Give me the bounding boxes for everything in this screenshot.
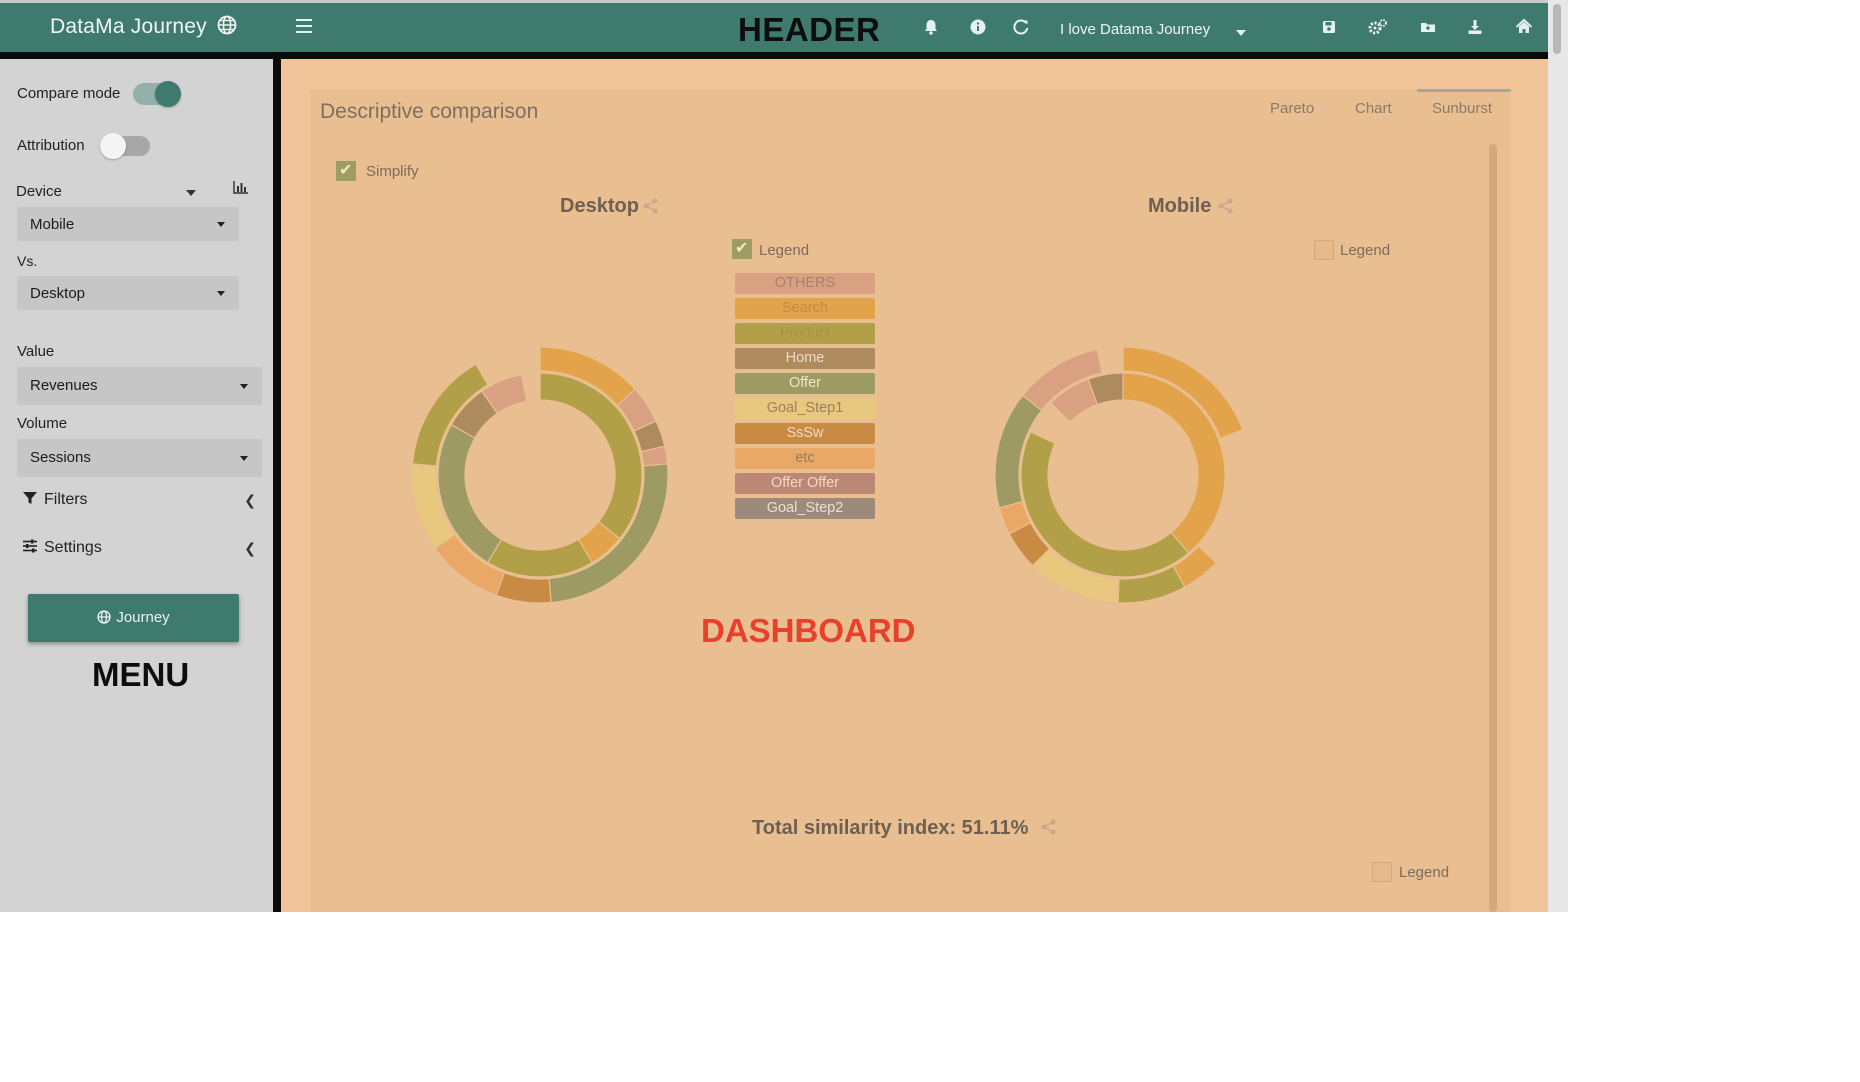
settings-section[interactable]: Settings ❮	[22, 538, 262, 562]
chevron-left-icon: ❮	[244, 492, 256, 508]
device-dropdown-caret-icon[interactable]	[186, 190, 196, 196]
settings-icon[interactable]	[1367, 17, 1387, 37]
mobile-legend-label: Legend	[1340, 242, 1391, 259]
sunburst-segment[interactable]	[1096, 346, 1124, 374]
device-select-value: Mobile	[30, 216, 75, 233]
attribution-toggle[interactable]	[100, 133, 150, 159]
mobile-sunburst-chart[interactable]	[935, 330, 1265, 660]
legend-item-goal-step2: Goal_Step2	[735, 498, 875, 519]
vs-label: Vs.	[17, 253, 38, 269]
desktop-legend-checkbox[interactable]	[732, 238, 752, 259]
similarity-index: Total similarity index: 51.11%	[752, 817, 1058, 840]
share-icon[interactable]	[1040, 818, 1058, 836]
page-scrollbar[interactable]	[1548, 0, 1568, 912]
hamburger-menu-icon[interactable]	[296, 19, 312, 33]
filters-section[interactable]: Filters ❮	[22, 490, 262, 514]
panel-scrollbar[interactable]	[1489, 144, 1497, 912]
panel-title: Descriptive comparison	[320, 100, 539, 123]
bar-chart-icon[interactable]	[233, 180, 249, 194]
volume-select-value: Sessions	[30, 449, 91, 466]
sidebar-divider	[273, 59, 281, 912]
vs-select-value: Desktop	[30, 285, 86, 302]
simplify-checkbox[interactable]	[336, 160, 356, 181]
tab-sunburst[interactable]: Sunburst	[1432, 100, 1492, 117]
app-title-text: DataMa Journey	[50, 15, 207, 38]
filter-icon	[22, 490, 38, 506]
legend-item-offer: Offer	[735, 373, 875, 394]
legend-item-goal-step1: Goal_Step1	[735, 398, 875, 419]
mobile-legend-checkbox[interactable]	[1314, 240, 1334, 260]
device-label: Device	[16, 183, 62, 200]
tab-pareto[interactable]: Pareto	[1270, 100, 1314, 117]
chevron-down-icon	[240, 456, 248, 461]
legend-item-etc: etc	[735, 448, 875, 469]
filters-label: Filters	[44, 491, 88, 508]
chevron-down-icon[interactable]	[1236, 30, 1246, 36]
journey-button-label: Journey	[116, 609, 170, 626]
folder-icon[interactable]	[1418, 17, 1438, 37]
compare-mode-toggle[interactable]	[133, 81, 181, 107]
share-icon[interactable]	[642, 197, 660, 215]
home-icon[interactable]	[1514, 17, 1534, 37]
refresh-icon[interactable]	[1011, 17, 1031, 37]
header-annotation: HEADER	[738, 11, 881, 48]
settings-label: Settings	[44, 539, 102, 556]
legend-item-others: OTHERS	[735, 273, 875, 294]
desktop-chart-title: Desktop	[560, 195, 639, 217]
mobile-chart-title: Mobile	[1148, 195, 1212, 217]
vs-select[interactable]: Desktop	[17, 276, 239, 310]
sunburst-segment[interactable]	[486, 538, 594, 578]
header: DataMa Journey HEADER I love Datama Jour…	[0, 0, 1548, 52]
tab-chart[interactable]: Chart	[1355, 100, 1392, 117]
journey-button[interactable]: Journey	[28, 594, 239, 642]
simplify-label: Simplify	[366, 163, 419, 180]
globe-icon	[97, 596, 111, 624]
desktop-sunburst-chart[interactable]	[350, 330, 730, 660]
volume-select[interactable]: Sessions	[17, 439, 262, 477]
save-icon[interactable]	[1319, 17, 1339, 37]
chevron-down-icon	[240, 384, 248, 389]
bottom-legend-checkbox[interactable]	[1372, 862, 1392, 882]
legend-item-search: Search	[735, 298, 875, 319]
similarity-index-text: Total similarity index: 51.11%	[752, 817, 1029, 839]
globe-icon	[217, 15, 237, 41]
active-tab-indicator	[1417, 89, 1511, 92]
attribution-label: Attribution	[17, 137, 85, 154]
header-border	[0, 52, 1550, 59]
chevron-down-icon	[217, 291, 225, 296]
journey-select[interactable]: I love Datama Journey	[1060, 21, 1210, 38]
sidebar-menu: Compare mode Attribution Device Mobile V…	[0, 59, 273, 912]
download-icon[interactable]	[1465, 17, 1485, 37]
legend-item-home: Home	[735, 348, 875, 369]
sliders-icon	[22, 538, 38, 554]
info-icon[interactable]	[968, 17, 988, 37]
value-select-value: Revenues	[30, 377, 98, 394]
legend-item-sssw: SsSw	[735, 423, 875, 444]
chevron-down-icon	[217, 222, 225, 227]
value-label: Value	[17, 343, 55, 360]
dashboard-annotation: DASHBOARD	[701, 612, 916, 649]
compare-mode-label: Compare mode	[17, 85, 121, 102]
menu-annotation: MENU	[92, 656, 190, 693]
bell-icon[interactable]	[921, 17, 941, 37]
value-select[interactable]: Revenues	[17, 367, 262, 405]
desktop-legend-label: Legend	[759, 242, 810, 259]
bottom-legend-label: Legend	[1399, 864, 1450, 881]
device-select[interactable]: Mobile	[17, 207, 239, 241]
app-title[interactable]: DataMa Journey	[50, 15, 237, 41]
legend-item-product: Product	[735, 323, 875, 344]
share-icon[interactable]	[1217, 197, 1235, 215]
chevron-left-icon: ❮	[244, 540, 256, 556]
legend-item-offer-offer: Offer Offer	[735, 473, 875, 494]
volume-label: Volume	[17, 415, 68, 432]
